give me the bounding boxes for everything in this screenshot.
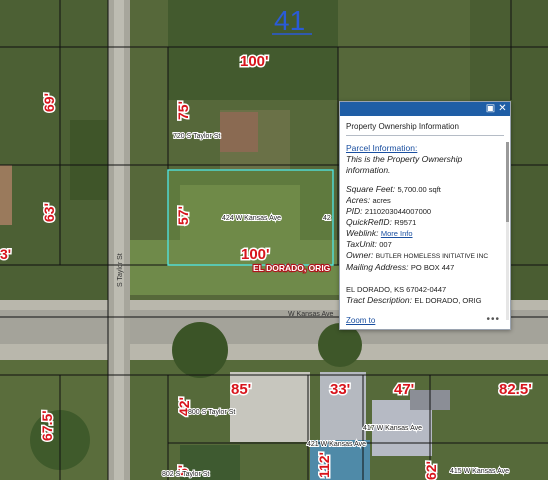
subdivision-label: EL DORADO, ORIG: [253, 263, 331, 273]
dimension-label: 57': [175, 206, 191, 225]
popup-description: This is the Property Ownership informati…: [346, 154, 463, 176]
dimension-label: 100': [240, 53, 269, 70]
address-label: 421 W Kansas Ave: [307, 441, 366, 448]
street-label: W Kansas Ave: [288, 311, 334, 318]
field-pid: PID: 2110203044007000: [346, 206, 432, 217]
dimension-label: 100': [241, 246, 270, 263]
popup-scrollbar[interactable]: [506, 142, 509, 320]
section-number: 41: [274, 5, 305, 36]
address-label: 800 S Taylor St: [188, 409, 235, 416]
address-label: 42: [323, 215, 331, 222]
field-taxunit: TaxUnit: 007: [346, 239, 392, 250]
field-tract-description: Tract Description: EL DORADO, ORIG: [346, 294, 482, 305]
close-icon[interactable]: ✕: [497, 103, 508, 114]
address-label: 802 S Taylor St: [162, 471, 209, 478]
popup-body: Parcel Information: This is the Property…: [346, 142, 504, 320]
street-label: S Taylor St: [117, 253, 124, 287]
field-quickrefid: QuickRefID: R9571: [346, 217, 417, 228]
dimension-label: 47': [394, 381, 414, 398]
maximize-icon[interactable]: ▣: [485, 103, 496, 114]
dimension-label: 69': [41, 93, 57, 112]
popup-title: Property Ownership Information: [346, 116, 504, 136]
field-weblink: Weblink: More Info: [346, 228, 413, 239]
popup-header: ▣ ✕: [340, 102, 510, 116]
more-actions-icon[interactable]: •••: [486, 314, 500, 325]
dimension-label: 3': [0, 246, 11, 262]
field-square-feet: Square Feet: 5,700.00 sqft: [346, 184, 441, 195]
popup-footer: Zoom to •••: [346, 314, 504, 327]
zoom-to-link[interactable]: Zoom to: [346, 316, 375, 325]
field-owner: Owner: BUTLER HOMELESS INITIATIVE INC: [346, 250, 489, 261]
dimension-label: 75': [175, 101, 191, 120]
dimension-label: 112': [316, 452, 332, 478]
dimension-label: 67.5': [39, 410, 55, 441]
parcel-information-link[interactable]: Parcel Information:: [346, 143, 504, 154]
more-info-link[interactable]: More Info: [381, 229, 413, 238]
dimension-label: 85': [231, 381, 251, 398]
city-line: EL DORADO, KS 67042-0447: [346, 285, 447, 295]
address-label: 424 W Kansas Ave: [222, 215, 281, 222]
address-label: 720 S Taylor St: [173, 133, 220, 140]
dimension-label: 62': [423, 461, 439, 480]
popup-scroll-thumb[interactable]: [506, 142, 509, 222]
address-label: 415 W Kansas Ave: [450, 468, 509, 475]
property-popup[interactable]: ▣ ✕ Property Ownership Information Parce…: [339, 101, 511, 330]
field-mailing-address: Mailing Address: PO BOX 447: [346, 261, 455, 272]
dimension-label: 82.5': [499, 381, 532, 398]
field-acres: Acres: acres: [346, 195, 391, 206]
address-label: 417 W Kansas Ave: [363, 425, 422, 432]
dimension-label: 33': [330, 381, 350, 398]
dimension-label: 63': [41, 203, 57, 222]
